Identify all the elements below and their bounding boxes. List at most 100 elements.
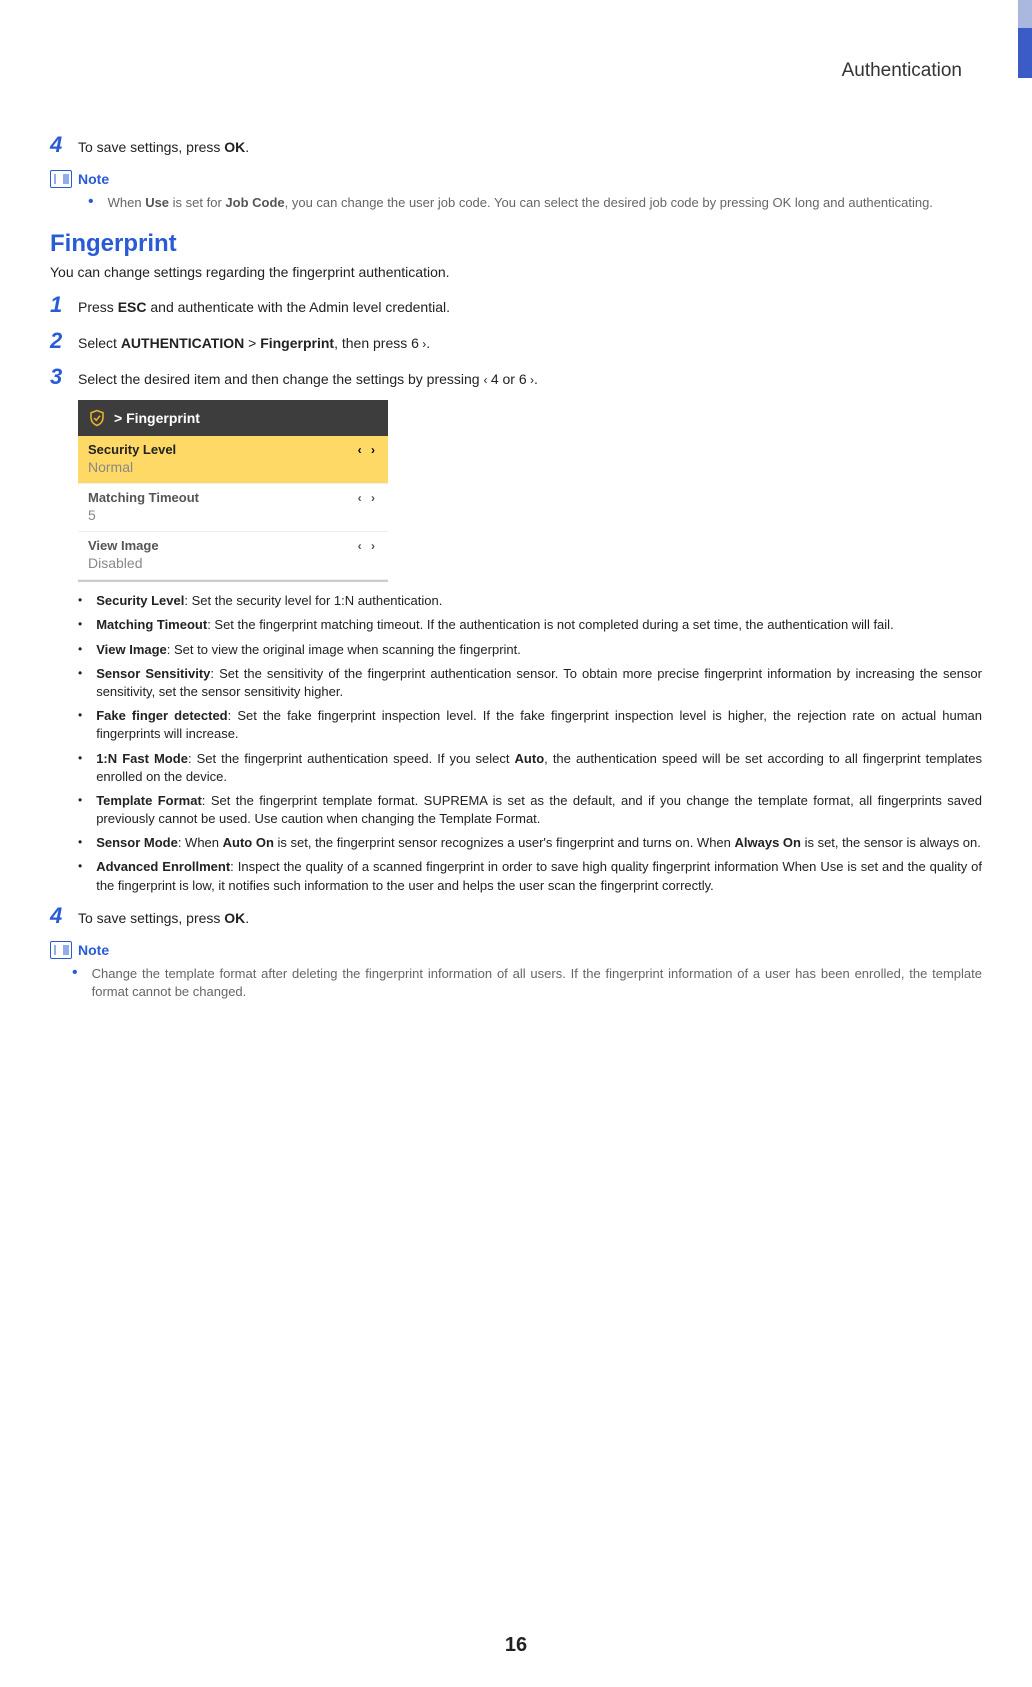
step-number: 3 xyxy=(50,364,78,390)
bullet-text: : Set the fake fingerprint inspection le… xyxy=(96,708,982,741)
use-bold: Use xyxy=(145,195,169,210)
text-fragment: or xyxy=(499,371,519,387)
bullet-sensor-mode: • Sensor Mode: When Auto On is set, the … xyxy=(78,834,982,852)
arrow-left-icon: ‹ xyxy=(483,373,490,387)
step-number: 4 xyxy=(50,903,78,929)
auto-bold: Auto xyxy=(515,751,545,766)
bullet-1n-fast-mode: • 1:N Fast Mode: Set the fingerprint aut… xyxy=(78,750,982,786)
row-label: Security Level ‹ › xyxy=(88,442,378,457)
page-number: 16 xyxy=(0,1634,1032,1657)
text-fragment: , then press xyxy=(334,335,411,351)
text-fragment: Select xyxy=(78,335,121,351)
row-label: View Image ‹ › xyxy=(88,538,378,553)
bullet-dot: • xyxy=(78,592,82,609)
text-fragment: : Set the fingerprint authentication spe… xyxy=(188,751,515,766)
bullet-dot: • xyxy=(78,750,82,767)
auth-bold: AUTHENTICATION xyxy=(121,335,244,351)
bullet-title: Security Level xyxy=(96,593,184,608)
bullet-text: : Set to view the original image when sc… xyxy=(167,642,521,657)
jobcode-bold: Job Code xyxy=(225,195,284,210)
bullet-title: Sensor Mode xyxy=(96,835,178,850)
row-value: 5 xyxy=(88,507,378,523)
note-bullet-jobcode: • When Use is set for Job Code, you can … xyxy=(88,194,982,212)
note-icon xyxy=(50,170,72,188)
step-3: 3 Select the desired item and then chang… xyxy=(50,364,982,390)
bullet-fake-finger: • Fake finger detected: Set the fake fin… xyxy=(78,707,982,743)
text-fragment: : When xyxy=(178,835,223,850)
step-text: To save settings, press OK. xyxy=(78,132,249,158)
note-bullet-template-format: • Change the template format after delet… xyxy=(72,965,982,1001)
bullet-dot: • xyxy=(78,834,82,851)
step-number: 2 xyxy=(50,328,78,354)
bullet-dot: • xyxy=(88,194,94,212)
bullet-text: : Set the security level for 1:N authent… xyxy=(184,593,442,608)
step-4-save: 4 To save settings, press OK. xyxy=(50,132,982,158)
bullet-template-format: • Template Format: Set the fingerprint t… xyxy=(78,792,982,828)
tab-marker-light xyxy=(1018,0,1032,28)
text-fragment: is set for xyxy=(169,195,225,210)
text-fragment: > xyxy=(244,335,260,351)
ok-label: OK xyxy=(224,139,245,155)
esc-bold: ESC xyxy=(118,299,147,315)
key-6: 6 xyxy=(411,334,419,354)
bullet-text: : Set the fingerprint template format. S… xyxy=(96,793,982,826)
bullet-title: 1:N Fast Mode xyxy=(96,751,188,766)
tab-marker-dark xyxy=(1018,28,1032,78)
note-label: Note xyxy=(78,942,109,958)
bullet-title: Fake finger detected xyxy=(96,708,227,723)
label-text: Security Level xyxy=(88,442,176,457)
bullet-title: View Image xyxy=(96,642,167,657)
row-value: Normal xyxy=(88,459,378,475)
page-header-title: Authentication xyxy=(50,60,982,82)
text-fragment: is set, the fingerprint sensor recognize… xyxy=(274,835,735,850)
row-value: Disabled xyxy=(88,555,378,571)
device-screenshot: > Fingerprint Security Level ‹ › Normal … xyxy=(78,400,388,582)
step-number: 4 xyxy=(50,132,78,158)
bullet-dot: • xyxy=(78,858,82,875)
breadcrumb-text: > Fingerprint xyxy=(114,410,200,426)
note-label: Note xyxy=(78,171,109,187)
screenshot-header: > Fingerprint xyxy=(78,400,388,436)
page-edge-tabs xyxy=(1018,0,1032,78)
arrows-icon: ‹ › xyxy=(358,491,378,505)
text-fragment: . xyxy=(245,910,249,926)
text-fragment: , you can change the user job code. You … xyxy=(285,195,933,210)
label-text: View Image xyxy=(88,538,159,553)
step-text: Press ESC and authenticate with the Admi… xyxy=(78,292,450,318)
fp-bold: Fingerprint xyxy=(260,335,334,351)
bullet-dot: • xyxy=(78,792,82,809)
bullet-advanced-enrollment: • Advanced Enrollment: Inspect the quali… xyxy=(78,858,982,894)
ok-label: OK xyxy=(224,910,245,926)
bullet-dot: • xyxy=(72,965,78,1001)
bullet-dot: • xyxy=(78,707,82,724)
bullet-text: : Set the sensitivity of the fingerprint… xyxy=(96,666,982,699)
note-icon xyxy=(50,941,72,959)
screenshot-row-matching-timeout: Matching Timeout ‹ › 5 xyxy=(78,484,388,532)
bullet-text: : Set the fingerprint matching timeout. … xyxy=(207,617,894,632)
text-fragment: Select the desired item and then change … xyxy=(78,371,483,387)
step-1: 1 Press ESC and authenticate with the Ad… xyxy=(50,292,982,318)
arrow-right-icon: › xyxy=(527,373,534,387)
key-6: 6 xyxy=(519,370,527,390)
text-fragment: . xyxy=(426,335,430,351)
text-fragment: Press xyxy=(78,299,118,315)
section-heading-fingerprint: Fingerprint xyxy=(50,230,982,258)
bullet-text: : Inspect the quality of a scanned finge… xyxy=(96,859,982,892)
text-fragment: When xyxy=(108,195,146,210)
note-text: Change the template format after deletin… xyxy=(92,965,982,1001)
text-fragment: . xyxy=(534,371,538,387)
screenshot-row-security-level: Security Level ‹ › Normal xyxy=(78,436,388,484)
always-on-bold: Always On xyxy=(735,835,801,850)
bullet-sensor-sensitivity: • Sensor Sensitivity: Set the sensitivit… xyxy=(78,665,982,701)
bullet-title: Template Format xyxy=(96,793,202,808)
text-fragment: is set, the sensor is always on. xyxy=(801,835,981,850)
key-4: 4 xyxy=(491,370,499,390)
arrows-icon: ‹ › xyxy=(358,443,378,457)
bullet-dot: • xyxy=(78,665,82,682)
step-text: To save settings, press OK. xyxy=(78,903,249,929)
note-heading: Note xyxy=(50,170,982,188)
bullet-dot: • xyxy=(78,616,82,633)
shield-icon xyxy=(88,408,106,428)
step-text: Select AUTHENTICATION > Fingerprint, the… xyxy=(78,328,430,354)
auto-on-bold: Auto On xyxy=(223,835,274,850)
